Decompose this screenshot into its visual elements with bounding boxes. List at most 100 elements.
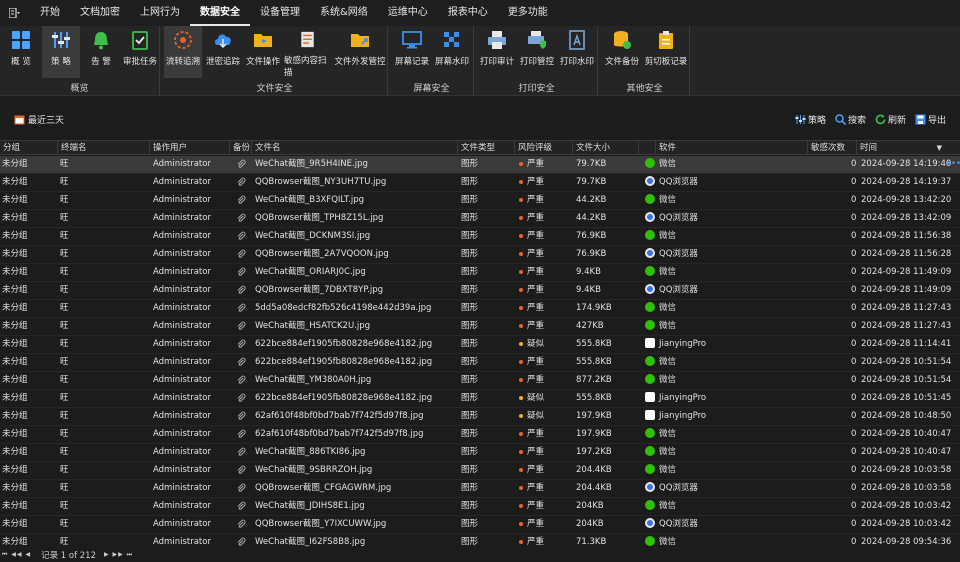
overview-button[interactable]: 概 览 bbox=[4, 26, 38, 78]
clipboard-check-icon bbox=[132, 31, 148, 50]
header-size[interactable]: 文件大小 bbox=[573, 141, 639, 155]
menu-item-1[interactable]: 文档加密 bbox=[70, 0, 130, 26]
wechat-icon bbox=[645, 319, 655, 330]
software-label: QQ浏览器 bbox=[659, 285, 698, 295]
risk-label: 严重 bbox=[527, 537, 545, 547]
cell-user: Administrator bbox=[153, 357, 211, 367]
table-row[interactable]: 未分组 旺 Administrator WeChat截图_YM380A0H.jpg 图形… bbox=[0, 372, 960, 390]
table-row[interactable]: 未分组 旺 Administrator WeChat截图_I62FS8B8.jpg 图形… bbox=[0, 534, 960, 548]
software-label: QQ浏览器 bbox=[659, 249, 698, 259]
table-row[interactable]: 未分组 旺 Administrator QQBrowser截图_7DBXT8YP.jp… bbox=[0, 282, 960, 300]
table-row[interactable]: 未分组 旺 Administrator WeChat截图_B3XFQILT.jpg 图形… bbox=[0, 192, 960, 210]
clipboard-record-button[interactable]: 剪切板记录 bbox=[644, 26, 688, 78]
app-menu-icon[interactable] bbox=[0, 0, 30, 26]
header-time[interactable]: 时间 ▼ bbox=[857, 141, 960, 155]
header-sensitive-count[interactable]: 敏感次数 bbox=[808, 141, 857, 155]
screen-record-label: 屏幕记录 bbox=[394, 57, 429, 67]
table-row[interactable]: 未分组 旺 Administrator QQBrowser截图_Y7IXCUWW.jp… bbox=[0, 516, 960, 534]
attachment-icon bbox=[236, 534, 246, 548]
cell-file: 62af610f48bf0bd7bab7f742f5d97f8.jpg bbox=[255, 429, 424, 439]
table-row[interactable]: 未分组 旺 Administrator 622bce884ef1905fb80828e… bbox=[0, 336, 960, 354]
header-user[interactable]: 操作用户 bbox=[150, 141, 230, 155]
print-control-button[interactable]: 打印管控 bbox=[518, 26, 556, 78]
cell-size: 76.9KB bbox=[576, 231, 607, 241]
file-backup-button[interactable]: 文件备份 bbox=[602, 26, 642, 78]
alert-button[interactable]: 告 警 bbox=[84, 26, 118, 78]
cell-user: Administrator bbox=[153, 375, 211, 385]
leak-trace-button[interactable]: 泄密追踪 bbox=[204, 26, 242, 78]
date-range-button[interactable]: 最近三天 bbox=[14, 113, 64, 126]
risk-label: 严重 bbox=[527, 519, 545, 529]
header-group[interactable]: 分组 bbox=[0, 141, 58, 155]
cell-time: 2024-09-28 10:03:58 bbox=[861, 465, 952, 475]
row-more-icon[interactable]: ••• bbox=[946, 156, 960, 173]
attachment-icon bbox=[236, 408, 246, 425]
sensitive-scan-button[interactable]: 敏感内容扫描 bbox=[284, 26, 332, 78]
file-operation-button[interactable]: 文件操作 bbox=[244, 26, 282, 78]
table-row[interactable]: 未分组 旺 Administrator WeChat截图_HSATCK2U.jpg 图形… bbox=[0, 318, 960, 336]
table-row[interactable]: 未分组 旺 Administrator WeChat截图_DCKNM3SI.jpg 图形… bbox=[0, 228, 960, 246]
menu-item-0[interactable]: 开始 bbox=[30, 0, 70, 26]
attachment-icon bbox=[236, 282, 246, 299]
strategy-button[interactable]: 策 略 bbox=[42, 26, 80, 78]
wechat-icon bbox=[645, 427, 655, 438]
table-row[interactable]: 未分组 旺 Administrator WeChat截图_ORIARJ0C.jpg 图形… bbox=[0, 264, 960, 282]
cell-file: 622bce884ef1905fb80828e968e4182.jpg bbox=[255, 339, 433, 349]
search-button[interactable]: 搜索 bbox=[835, 113, 866, 126]
pager-next-last-icon[interactable]: ▶ ▶▶ ⏭ bbox=[104, 551, 133, 559]
approval-button[interactable]: 审批任务 bbox=[120, 26, 160, 78]
approval-label: 审批任务 bbox=[122, 57, 157, 67]
table-row[interactable]: 未分组 旺 Administrator QQBrowser截图_CFGAGWRM.jp… bbox=[0, 480, 960, 498]
table-row[interactable]: 未分组 旺 Administrator 5dd5a08edcf82fb526c4198… bbox=[0, 300, 960, 318]
search-label: 搜索 bbox=[847, 116, 866, 126]
table-row[interactable]: 未分组 旺 Administrator QQBrowser截图_NY3UH7TU.jp… bbox=[0, 174, 960, 192]
risk-level: 严重 bbox=[519, 264, 544, 281]
export-button[interactable]: 导出 bbox=[915, 113, 946, 126]
table-row[interactable]: 未分组 旺 Administrator 62af610f48bf0bd7bab7f74… bbox=[0, 426, 960, 444]
outbound-control-button[interactable]: 文件外发管控 bbox=[334, 26, 386, 78]
table-row[interactable]: 未分组 旺 Administrator QQBrowser截图_TPH8Z15L.jp… bbox=[0, 210, 960, 228]
header-terminal[interactable]: 终端名 bbox=[58, 141, 150, 155]
screen-watermark-button[interactable]: 屏幕水印 bbox=[432, 26, 472, 78]
table-row[interactable]: 未分组 旺 Administrator 622bce884ef1905fb80828e… bbox=[0, 354, 960, 372]
software: QQ浏览器 bbox=[645, 246, 698, 263]
header-filename[interactable]: 文件名 bbox=[252, 141, 458, 155]
menu-item-7[interactable]: 报表中心 bbox=[438, 0, 498, 26]
table-row[interactable]: 未分组 旺 Administrator WeChat截图_9SBRRZOH.jpg 图形… bbox=[0, 462, 960, 480]
wechat-icon bbox=[645, 157, 655, 168]
table-row[interactable]: 未分组 旺 Administrator 622bce884ef1905fb80828e… bbox=[0, 390, 960, 408]
menu-item-3[interactable]: 数据安全 bbox=[190, 0, 250, 26]
print-watermark-button[interactable]: 打印水印 bbox=[558, 26, 596, 78]
software: 微信 bbox=[645, 498, 676, 515]
cell-time: 2024-09-28 11:56:38 bbox=[861, 231, 952, 241]
table-row[interactable]: 未分组 旺 Administrator 62af610f48bf0bd7bab7f74… bbox=[0, 408, 960, 426]
flow-trace-button[interactable]: 流转追溯 bbox=[164, 26, 202, 78]
cell-file: 5dd5a08edcf82fb526c4198e442d39a.jpg bbox=[255, 303, 432, 313]
risk-level: 疑似 bbox=[519, 390, 544, 407]
header-filetype[interactable]: 文件类型 bbox=[458, 141, 515, 155]
search-icon bbox=[835, 114, 846, 125]
menu-item-6[interactable]: 运维中心 bbox=[378, 0, 438, 26]
table-row[interactable]: 未分组 旺 Administrator WeChat截图_886TKI86.jpg 图形… bbox=[0, 444, 960, 462]
software-label: QQ浏览器 bbox=[659, 177, 698, 187]
table-row[interactable]: 未分组 旺 Administrator WeChat截图_9R5H4INE.jpg 图形… bbox=[0, 156, 960, 174]
software-label: 微信 bbox=[659, 231, 677, 241]
menu-item-8[interactable]: 更多功能 bbox=[498, 0, 558, 26]
sliders-small-icon bbox=[795, 115, 806, 124]
table-row[interactable]: 未分组 旺 Administrator WeChat截图_JDIHS8E1.jpg 图形… bbox=[0, 498, 960, 516]
strategy-tool-button[interactable]: 策略 bbox=[795, 113, 826, 126]
header-backup[interactable]: 备份 bbox=[230, 141, 252, 155]
menu-item-4[interactable]: 设备管理 bbox=[250, 0, 310, 26]
table-row[interactable]: 未分组 旺 Administrator QQBrowser截图_2A7VQOON.jp… bbox=[0, 246, 960, 264]
cell-terminal: 旺 bbox=[60, 357, 69, 367]
qq-browser-icon bbox=[645, 175, 655, 186]
refresh-button[interactable]: 刷新 bbox=[875, 113, 906, 126]
menu-item-2[interactable]: 上网行为 bbox=[130, 0, 190, 26]
screen-record-button[interactable]: 屏幕记录 bbox=[392, 26, 432, 78]
header-software[interactable]: 软件 bbox=[656, 141, 808, 155]
menu-item-5[interactable]: 系统&网络 bbox=[310, 0, 378, 26]
pager-first-prev-icon[interactable]: ⏮ ◀◀ ◀ bbox=[2, 551, 31, 559]
header-risk[interactable]: 风险评级 bbox=[515, 141, 573, 155]
printer-shield-icon bbox=[528, 31, 546, 49]
print-audit-button[interactable]: 打印审计 bbox=[478, 26, 516, 78]
